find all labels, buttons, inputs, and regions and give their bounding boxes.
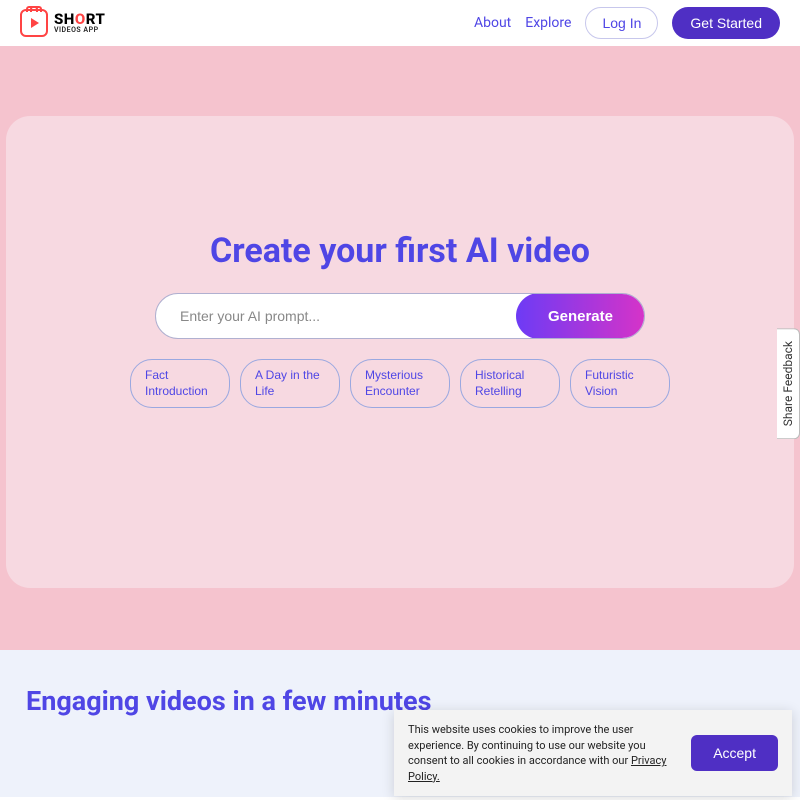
prompt-input[interactable]: [156, 294, 517, 338]
share-feedback-tab[interactable]: Share Feedback: [777, 328, 800, 439]
cookie-text: This website uses cookies to improve the…: [408, 722, 675, 784]
chip-mysterious-encounter[interactable]: Mysterious Encounter: [350, 359, 450, 408]
prompt-row: Generate: [36, 293, 764, 339]
hero-title: Create your first AI video: [36, 231, 764, 271]
login-button[interactable]: Log In: [585, 7, 658, 39]
nav-about[interactable]: About: [474, 15, 511, 31]
logo-text: SHORT VIDEOS APP: [54, 12, 105, 34]
chip-day-in-life[interactable]: A Day in the Life: [240, 359, 340, 408]
prompt-wrap: Generate: [155, 293, 645, 339]
hero-section: Create your first AI video Generate Fact…: [0, 46, 800, 650]
generate-button[interactable]: Generate: [516, 293, 645, 339]
chip-futuristic-vision[interactable]: Futuristic Vision: [570, 359, 670, 408]
hero-card: Create your first AI video Generate Fact…: [6, 116, 794, 588]
header: SHORT VIDEOS APP About Explore Log In Ge…: [0, 0, 800, 46]
nav: About Explore Log In Get Started: [474, 7, 780, 39]
nav-explore[interactable]: Explore: [525, 15, 571, 31]
cookie-accept-button[interactable]: Accept: [691, 735, 778, 771]
logo[interactable]: SHORT VIDEOS APP: [20, 9, 105, 37]
suggestion-chips: Fact Introduction A Day in the Life Myst…: [36, 359, 764, 408]
chip-historical-retelling[interactable]: Historical Retelling: [460, 359, 560, 408]
chip-fact-introduction[interactable]: Fact Introduction: [130, 359, 230, 408]
cookie-banner: This website uses cookies to improve the…: [394, 710, 792, 796]
logo-icon: [20, 9, 48, 37]
getstarted-button[interactable]: Get Started: [672, 7, 780, 39]
